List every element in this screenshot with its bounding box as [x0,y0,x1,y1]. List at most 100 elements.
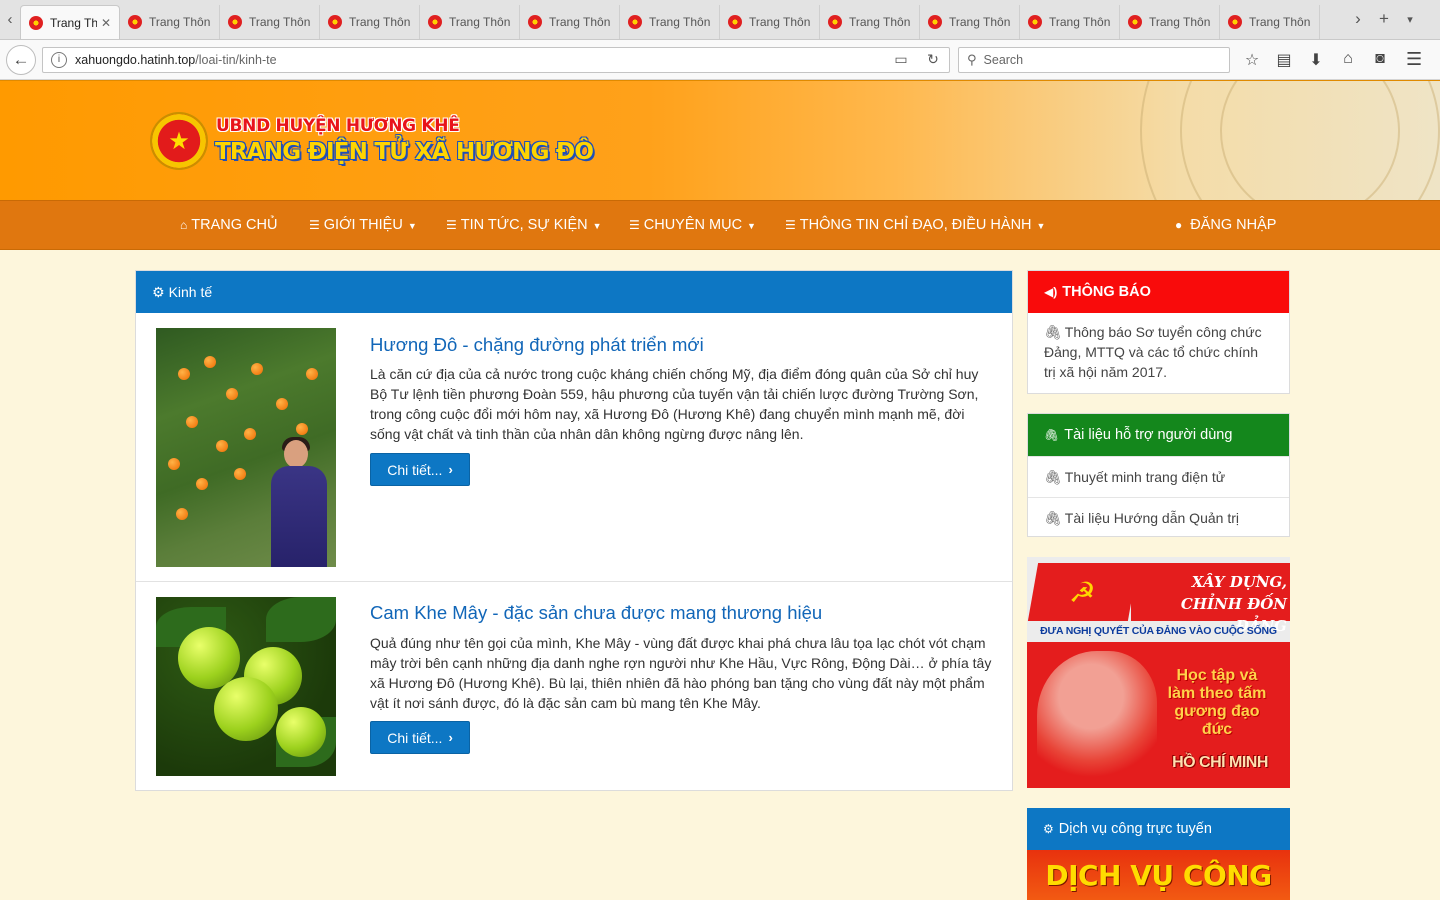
search-input[interactable]: ⚲ Search [958,46,1230,73]
national-emblem-icon[interactable]: ★ [152,114,206,168]
reload-icon[interactable]: ↻ [917,51,949,68]
site-favicon-icon [928,15,942,29]
paperclip-icon: 🖇 [1044,509,1062,526]
search-icon: ⚲ [967,51,977,67]
download-icon[interactable]: ⬇ [1300,50,1332,70]
browser-tab[interactable]: Trang Thôn [720,5,820,39]
article-title-link[interactable]: Cam Khe Mây - đặc sản chưa được mang thư… [370,602,822,624]
back-icon[interactable]: ← [6,44,36,75]
list-icon: ☰ [309,218,320,232]
doc-link[interactable]: 🖇 Thuyết minh trang điện tử [1028,456,1289,497]
pocket-icon[interactable]: ◙ [1364,50,1396,70]
chevron-right-icon: › [448,730,453,745]
tab-strip: Trang Th ✕ Trang Thôn Trang Thôn Trang Th… [20,5,1345,39]
paperclip-icon: 🖇 [1044,324,1062,340]
header-site-title[interactable]: TRANG ĐIỆN TỬ XÃ HƯƠNG ĐÔ [215,139,594,165]
site-favicon-icon [1028,15,1042,29]
tab-scroll-right-icon[interactable]: › [1345,9,1371,29]
hammer-sickle-flag-icon: ☭ [1027,563,1139,621]
browser-tab[interactable]: Trang Thôn [620,5,720,39]
category-panel: ⚙ Kinh tế Hương Đô - chặng đường phát tri [135,270,1013,791]
menu-about[interactable]: ☰ GIỚI THIỆU ▼ [309,201,417,249]
online-services-panel: ⚙ Dịch vụ công trực tuyến DỊCH VỤ CÔNG [1027,808,1290,900]
menu-login[interactable]: ● ĐĂNG NHẬP [1175,201,1276,249]
tab-scroll-left-icon[interactable]: ‹ [0,0,20,39]
site-favicon-icon [1128,15,1142,29]
bullhorn-icon: ◀) [1044,285,1058,299]
category-heading: ⚙ Kinh tế [136,271,1012,313]
site-favicon-icon [428,15,442,29]
menu-sections[interactable]: ☰ CHUYÊN MỤC ▼ [629,201,756,249]
user-docs-heading: 🖇 Tài liệu hỗ trợ người dùng [1028,414,1289,456]
browser-tab[interactable]: Trang Thôn [1020,5,1120,39]
notice-heading: ◀) THÔNG BÁO [1028,271,1289,313]
caret-down-icon: ▼ [1036,221,1046,231]
url-path: /loai-tin/kinh-te [195,52,277,67]
chevron-right-icon: › [448,462,453,477]
menu-news[interactable]: ☰ TIN TỨC, SỰ KIỆN ▼ [446,201,602,249]
online-services-heading: ⚙ Dịch vụ công trực tuyến [1027,808,1290,850]
tab-list-icon[interactable]: ▾ [1397,13,1423,26]
bookmarks-list-icon[interactable]: ▤ [1268,50,1300,70]
site-favicon-icon [528,15,542,29]
notice-link[interactable]: 🖇 Thông báo Sơ tuyển công chức Đảng, MTTQ… [1028,313,1289,382]
browser-tab[interactable]: Trang Thôn [520,5,620,39]
read-more-button[interactable]: Chi tiết... › [370,453,470,486]
site-favicon-icon [228,15,242,29]
site-favicon-icon [828,15,842,29]
banner-party-subtitle: ĐƯA NGHỊ QUYẾT CỦA ĐẢNG VÀO CUỘC SỐNG [1040,625,1277,637]
bookmark-star-icon[interactable]: ☆ [1236,50,1268,70]
article-summary: Quả đúng như tên gọi của mình, Khe Mây -… [370,635,992,711]
article-item: Hương Đô - chặng đường phát triển mới Là… [136,314,1012,582]
notice-panel: ◀) THÔNG BÁO 🖇 Thông báo Sơ tuyển công chứ… [1027,270,1290,394]
site-favicon-icon [29,15,43,30]
new-tab-icon[interactable]: + [1371,9,1397,29]
home-icon[interactable]: ⌂ [1332,50,1364,70]
menu-home[interactable]: ⌂ TRANG CHỦ [180,201,277,249]
search-placeholder: Search [983,52,1024,67]
site-favicon-icon [128,15,142,29]
article-title-link[interactable]: Hương Đô - chặng đường phát triển mới [370,334,704,356]
browser-tab[interactable]: Trang Thôn [1120,5,1220,39]
party-building-banner[interactable]: ☭ XÂY DỰNG, CHỈNH ĐỐN ĐẢNG ĐƯA NGHỊ QUYẾ… [1027,557,1290,788]
caret-down-icon: ▼ [592,221,602,231]
site-favicon-icon [328,15,342,29]
article-thumbnail[interactable] [156,597,336,776]
main-menu: ⌂ TRANG CHỦ ☰ GIỚI THIỆU ▼ ☰ TIN TỨC, SỰ KIỆ… [0,200,1440,250]
browser-tab[interactable]: Trang Thôn [920,5,1020,39]
read-more-button[interactable]: Chi tiết... › [370,721,470,754]
banner-slogan: Học tập và làm theo tấm gương đạo đức [1167,667,1267,738]
info-icon[interactable]: i [51,51,67,68]
gear-icon: ⚙ [152,283,165,300]
browser-tab[interactable]: Trang Th ✕ [20,5,120,39]
browser-tab[interactable]: Trang Thôn [320,5,420,39]
menu-directives[interactable]: ☰ THÔNG TIN CHỈ ĐẠO, ĐIỀU HÀNH ▼ [785,201,1045,249]
browser-tab-bar: ‹ Trang Th ✕ Trang Thôn Trang Thôn Trang … [0,0,1440,40]
gear-icon: ⚙ [1043,822,1054,836]
browser-tab[interactable]: Trang Thôn [820,5,920,39]
browser-tab[interactable]: Trang Thôn [220,5,320,39]
site-favicon-icon [628,15,642,29]
portrait-illustration [1037,651,1157,781]
paperclip-icon: 🖇 [1044,468,1062,485]
article-thumbnail[interactable] [156,328,336,567]
reader-view-icon[interactable]: ▭ [885,51,917,68]
list-icon: ☰ [785,218,796,232]
close-tab-icon[interactable]: ✕ [101,16,111,30]
article-item: Cam Khe Mây - đặc sản chưa được mang thư… [136,583,1012,790]
site-header: ★ UBND HUYỆN HƯƠNG KHÊ TRANG ĐIỆN TỬ XÃ … [0,80,1440,200]
browser-tab[interactable]: Trang Thôn [420,5,520,39]
list-icon: ☰ [446,218,457,232]
browser-tab[interactable]: Trang Thôn [120,5,220,39]
browser-tab[interactable]: Trang Thôn [1220,5,1320,39]
paperclip-icon: 🖇 [1044,428,1060,442]
url-bar[interactable]: i xahuongdo.hatinh.top/loai-tin/kinh-te … [42,46,950,73]
doc-link[interactable]: 🖇 Tài liệu Hướng dẫn Quản trị [1028,497,1289,538]
site-favicon-icon [1228,15,1242,29]
url-host: xahuongdo.hatinh.top [75,52,196,67]
hamburger-menu-icon[interactable]: ☰ [1406,49,1422,70]
banner-name: HỒ CHÍ MINH [1172,754,1268,771]
online-services-banner[interactable]: DỊCH VỤ CÔNG [1027,850,1290,900]
user-docs-panel: 🖇 Tài liệu hỗ trợ người dùng 🖇 Thuyết minh… [1027,413,1290,537]
user-icon: ● [1175,218,1183,232]
